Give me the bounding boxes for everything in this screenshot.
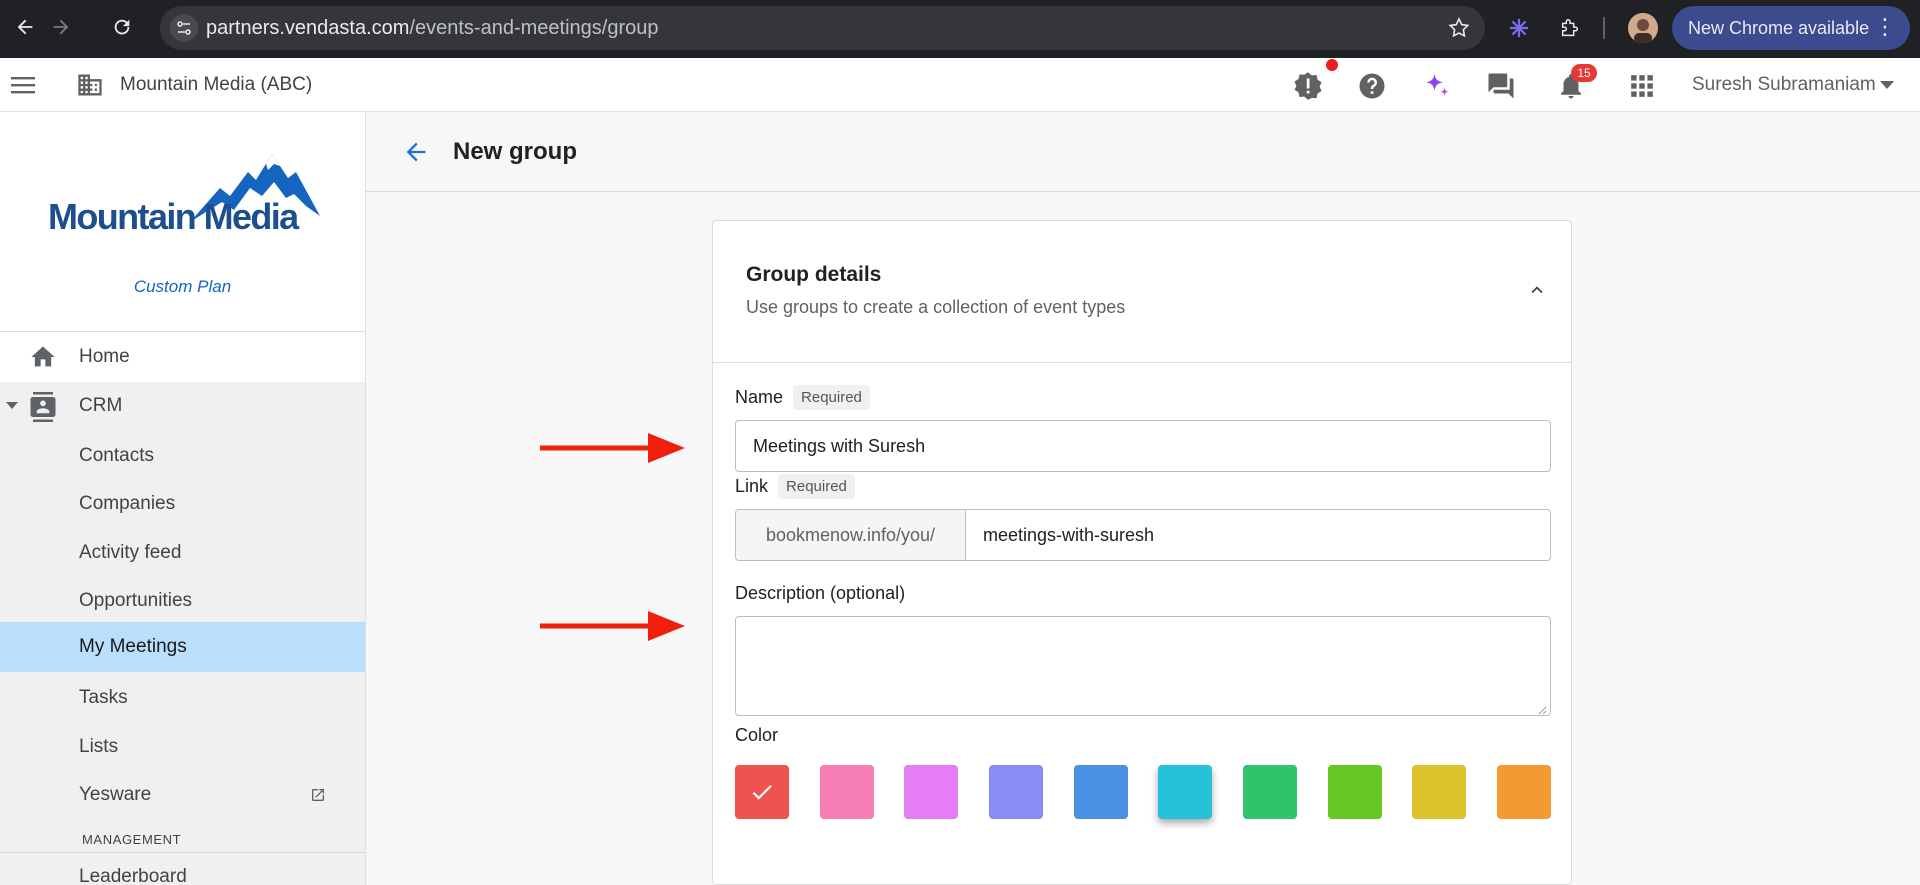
description-label: Description (optional) xyxy=(735,583,905,604)
color-label-text: Color xyxy=(735,725,779,745)
color-label: Color xyxy=(735,725,778,746)
link-label: Link Required xyxy=(735,474,855,499)
sidebar-item-label: Home xyxy=(79,346,130,367)
brand-header: Mountain Media Custom Plan xyxy=(0,112,365,332)
contacts-book-icon xyxy=(28,392,58,422)
card-title: Group details xyxy=(746,263,882,286)
address-bar[interactable]: partners.vendasta.com/events-and-meeting… xyxy=(160,6,1485,50)
sidebar-item-yesware[interactable]: Yesware xyxy=(0,771,365,819)
sidebar: Mountain Media Custom Plan Home CRM Cont… xyxy=(0,112,366,885)
brand-logo-text: Mountain Media xyxy=(48,196,299,237)
hamburger-menu-icon[interactable] xyxy=(10,72,36,98)
apps-grid-icon[interactable] xyxy=(1626,70,1658,102)
user-menu-caret-icon[interactable] xyxy=(1880,81,1894,89)
color-swatch[interactable] xyxy=(820,765,874,819)
required-tag: Required xyxy=(778,474,855,499)
forward-arrow-icon[interactable] xyxy=(46,12,76,42)
sidebar-item-companies[interactable]: Companies xyxy=(0,480,365,528)
color-swatch[interactable] xyxy=(1328,765,1382,819)
annotation-arrow-icon xyxy=(540,430,685,466)
color-swatch[interactable] xyxy=(1074,765,1128,819)
help-icon[interactable] xyxy=(1356,70,1388,102)
annotation-arrow-icon xyxy=(540,608,685,644)
sidebar-item-opportunities[interactable]: Opportunities xyxy=(0,577,365,625)
sidebar-item-label: Activity feed xyxy=(79,542,182,563)
description-textarea[interactable] xyxy=(735,616,1551,716)
toolbar-divider xyxy=(1603,17,1605,39)
link-prefix: bookmenow.info/you/ xyxy=(736,510,966,560)
link-slug-value: meetings-with-suresh xyxy=(983,525,1155,545)
extension-sparkle-icon[interactable] xyxy=(1505,14,1533,42)
name-input[interactable]: Meetings with Suresh xyxy=(735,420,1551,472)
alert-badge-icon[interactable] xyxy=(1292,70,1324,102)
name-label: Name Required xyxy=(735,385,870,410)
section-label-management: MANAGEMENT xyxy=(82,832,182,847)
color-swatch[interactable] xyxy=(1243,765,1297,819)
bookmark-star-icon[interactable] xyxy=(1447,16,1471,40)
app-header: Mountain Media (ABC) 15 Suresh Subramani… xyxy=(0,58,1920,112)
color-swatch[interactable] xyxy=(904,765,958,819)
user-menu[interactable]: Suresh Subramaniam xyxy=(1692,58,1876,112)
card-subtitle: Use groups to create a collection of eve… xyxy=(746,297,1126,317)
sidebar-item-crm[interactable]: CRM xyxy=(0,382,365,430)
sidebar-item-lists[interactable]: Lists xyxy=(0,723,365,771)
name-input-value: Meetings with Suresh xyxy=(753,436,926,456)
sidebar-item-contacts[interactable]: Contacts xyxy=(0,432,365,480)
color-swatch[interactable] xyxy=(989,765,1043,819)
page-title: New group xyxy=(453,138,577,165)
checkmark-icon xyxy=(752,785,772,800)
link-label-text: Link xyxy=(735,476,769,496)
description-label-text: Description (optional) xyxy=(735,583,906,603)
sidebar-item-label: Leaderboard xyxy=(79,866,187,885)
color-swatch[interactable] xyxy=(1412,765,1466,819)
required-tag: Required xyxy=(793,385,870,410)
sidebar-item-label: Yesware xyxy=(79,784,152,805)
color-swatch[interactable] xyxy=(735,765,789,819)
main-content: New group Group details Use groups to cr… xyxy=(366,112,1920,885)
chevron-up-icon[interactable] xyxy=(1526,279,1548,301)
resize-grip-icon[interactable] xyxy=(1537,702,1547,715)
back-arrow-icon[interactable] xyxy=(402,138,430,166)
external-link-icon xyxy=(310,787,326,803)
sidebar-item-label: Companies xyxy=(79,493,176,514)
browser-toolbar: partners.vendasta.com/events-and-meeting… xyxy=(0,0,1920,58)
chat-bubbles-icon[interactable] xyxy=(1485,70,1517,102)
notification-count-badge: 15 xyxy=(1571,64,1597,82)
company-name[interactable]: Mountain Media (ABC) xyxy=(120,58,312,112)
sidebar-item-leaderboard[interactable]: Leaderboard xyxy=(0,852,365,885)
more-vert-icon[interactable]: ⋮ xyxy=(1874,6,1896,48)
extensions-puzzle-icon[interactable] xyxy=(1556,14,1584,42)
plan-label[interactable]: Custom Plan xyxy=(0,277,365,297)
site-settings-icon[interactable] xyxy=(170,14,198,42)
color-swatch[interactable] xyxy=(1497,765,1551,819)
sidebar-item-label: My Meetings xyxy=(79,636,187,657)
url-text: partners.vendasta.com/events-and-meeting… xyxy=(206,17,659,39)
card-header[interactable]: Group details Use groups to create a col… xyxy=(713,221,1571,363)
back-arrow-icon[interactable] xyxy=(10,12,40,42)
sidebar-item-label: Contacts xyxy=(79,445,154,466)
group-details-card: Group details Use groups to create a col… xyxy=(712,220,1572,885)
new-chrome-button[interactable]: New Chrome available ⋮ xyxy=(1672,6,1910,50)
sidebar-item-label: CRM xyxy=(79,395,123,416)
ai-sparkle-icon[interactable] xyxy=(1421,70,1453,102)
profile-avatar[interactable] xyxy=(1628,13,1658,43)
sidebar-item-tasks[interactable]: Tasks xyxy=(0,674,365,722)
sidebar-item-home[interactable]: Home xyxy=(0,332,365,382)
sidebar-item-label: Tasks xyxy=(79,687,128,708)
color-swatch[interactable] xyxy=(1158,765,1212,819)
link-input[interactable]: bookmenow.info/you/ meetings-with-suresh xyxy=(735,509,1551,561)
sidebar-item-my-meetings[interactable]: My Meetings xyxy=(0,622,365,672)
name-label-text: Name xyxy=(735,387,784,407)
sidebar-item-label: Lists xyxy=(79,736,119,757)
alert-red-dot xyxy=(1326,59,1338,71)
page-header: New group xyxy=(366,112,1920,192)
business-building-icon xyxy=(76,71,104,99)
sidebar-item-label: Opportunities xyxy=(79,590,193,611)
expand-caret-icon[interactable] xyxy=(6,402,18,409)
sidebar-item-activity-feed[interactable]: Activity feed xyxy=(0,529,365,577)
reload-icon[interactable] xyxy=(107,12,137,42)
